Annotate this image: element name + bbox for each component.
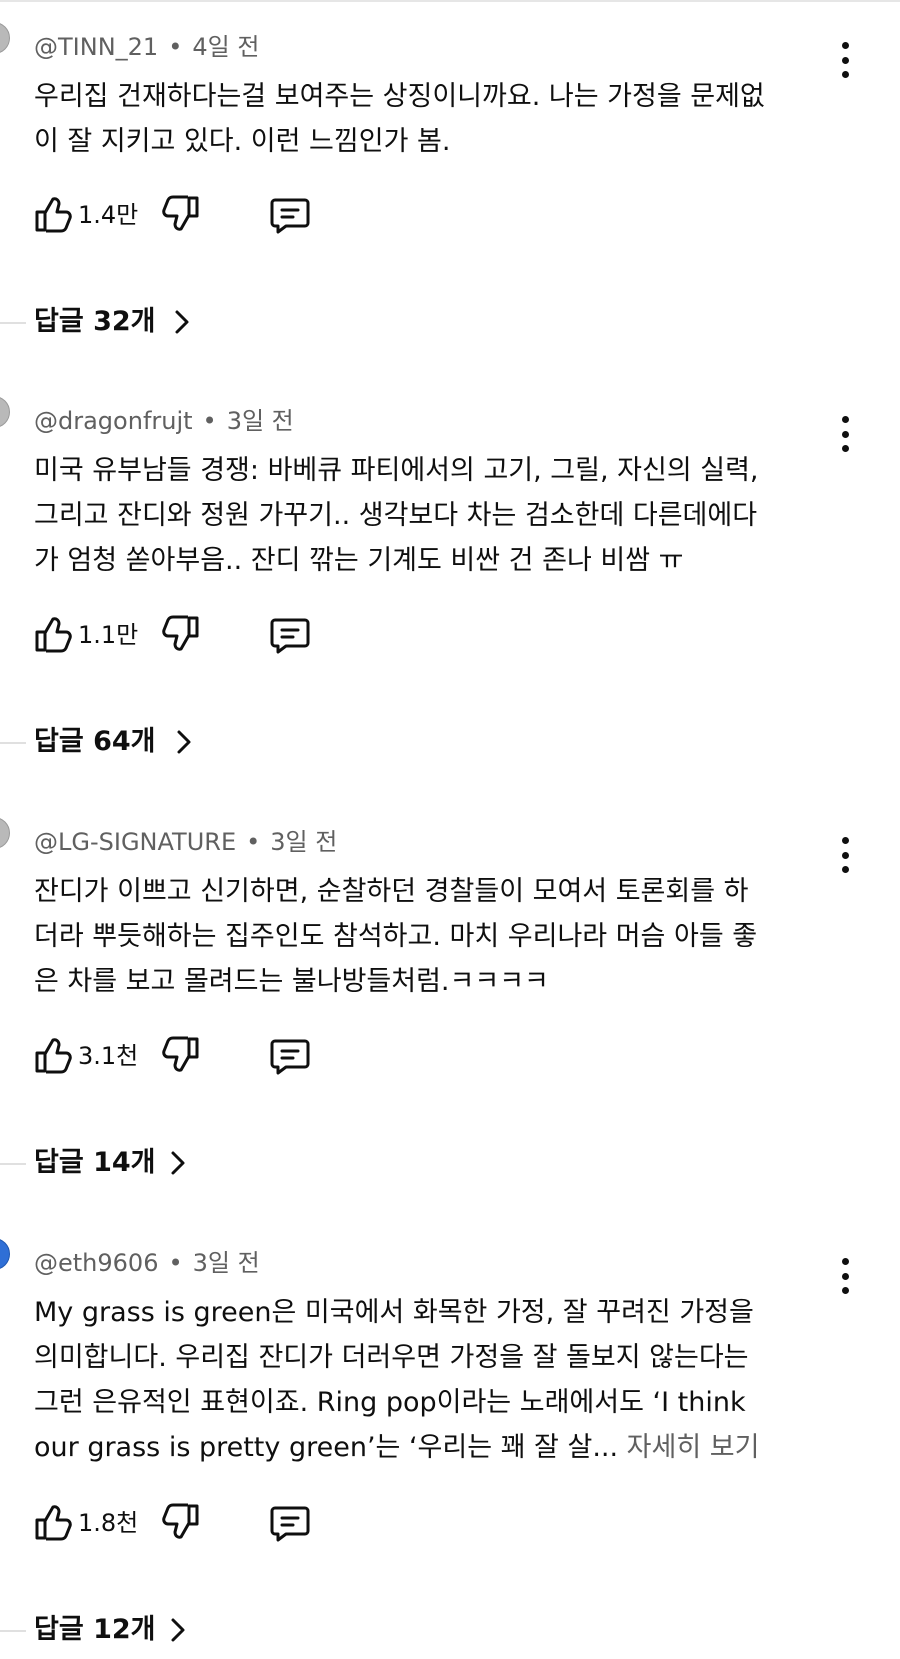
comment-meta: @dragonfrujt • 3일 전 (34, 406, 294, 436)
avatar[interactable] (0, 1238, 10, 1270)
comment-icon[interactable] (270, 194, 310, 234)
more-options-button[interactable] (830, 416, 860, 452)
comment-text-line: our grass is pretty green’는 ‘우리는 꽤 잘 살..… (34, 1425, 854, 1470)
replies-label: 답글 32개 (34, 306, 156, 337)
meta-separator: • (168, 33, 183, 61)
comment-text-line: 잔디가 이쁘고 신기하면, 순찰하던 경찰들이 모여서 토론회를 하 (34, 876, 749, 907)
like-count: 1.4만 (78, 201, 139, 229)
comment-text: 우리집 건재하다는걸 보여주는 상징이니까요. 나는 가정을 문제없 이 잘 지… (34, 74, 854, 164)
replies-label: 답글 12개 (34, 1614, 156, 1645)
more-options-button[interactable] (830, 837, 860, 873)
comment-text-line: My grass is green은 미국에서 화목한 가정, 잘 꾸려진 가정… (34, 1297, 754, 1328)
more-vert-icon (841, 837, 849, 844)
avatar[interactable] (0, 817, 10, 849)
like-count: 1.1만 (78, 621, 139, 649)
comment-meta: @eth9606 • 3일 전 (34, 1248, 260, 1278)
chevron-right-icon (171, 1618, 185, 1642)
avatar[interactable] (0, 22, 10, 54)
chevron-right-icon (171, 1151, 185, 1175)
comment-time: 3일 전 (192, 1249, 260, 1277)
comment-icon[interactable] (270, 1502, 310, 1542)
comment-text: 잔디가 이쁘고 신기하면, 순찰하던 경찰들이 모여서 토론회를 하 더라 뿌듯… (34, 869, 854, 1004)
avatar[interactable] (0, 396, 10, 428)
comment-text-line: 의미합니다. 우리집 잔디가 더러우면 가정을 잘 돌보지 않는다는 (34, 1342, 749, 1373)
view-replies-button[interactable]: 답글 32개 (0, 302, 300, 342)
thumb-up-icon[interactable] (34, 1502, 72, 1542)
comment-text-line: 미국 유부남들 경쟁: 바베큐 파티에서의 고기, 그릴, 자신의 실력, (34, 455, 759, 486)
comment-text-line: 그리고 잔디와 정원 가꾸기.. 생각보다 차는 검소한데 다른데에다 (34, 500, 758, 531)
more-vert-icon (841, 42, 849, 49)
thread-line (0, 1630, 26, 1632)
thumb-down-icon[interactable] (162, 1502, 200, 1542)
comment-time: 3일 전 (270, 828, 338, 856)
comment-text: 미국 유부남들 경쟁: 바베큐 파티에서의 고기, 그릴, 자신의 실력, 그리… (34, 448, 854, 583)
thumb-up-icon[interactable] (34, 614, 72, 654)
thumb-up-icon[interactable] (34, 194, 72, 234)
chevron-right-icon (175, 310, 189, 334)
thread-line (0, 322, 26, 324)
comment-item: @eth9606 • 3일 전 My grass is green은 미국에서 화목… (0, 1216, 900, 1656)
comment-time: 4일 전 (192, 33, 260, 61)
comment-item: @dragonfrujt • 3일 전 미국 유부남들 경쟁: 바베큐 파티에서의 … (0, 374, 900, 757)
comment-text-truncated: our grass is pretty green’는 ‘우리는 꽤 잘 살..… (34, 1432, 619, 1463)
comment-text: My grass is green은 미국에서 화목한 가정, 잘 꾸려진 가정… (34, 1290, 854, 1470)
comment-time: 3일 전 (226, 407, 294, 435)
view-replies-button[interactable]: 답글 12개 (0, 1610, 300, 1650)
thumb-up-icon[interactable] (34, 1035, 72, 1075)
thread-line (0, 742, 26, 744)
view-replies-button[interactable]: 답글 64개 (0, 722, 300, 762)
like-count: 1.8천 (78, 1509, 139, 1537)
more-options-button[interactable] (830, 1258, 860, 1294)
meta-separator: • (246, 828, 261, 856)
read-more-link[interactable]: 자세히 보기 (627, 1432, 760, 1463)
comment-text-line: 이 잘 지키고 있다. 이런 느낌인가 봄. (34, 126, 451, 157)
replies-label: 답글 64개 (34, 726, 156, 757)
comment-author[interactable]: @LG-SIGNATURE (34, 828, 236, 856)
comment-item: @LG-SIGNATURE • 3일 전 잔디가 이쁘고 신기하면, 순찰하던 경찰… (0, 795, 900, 1178)
comment-author[interactable]: @dragonfrujt (34, 407, 193, 435)
more-vert-icon (841, 1258, 849, 1265)
view-replies-button[interactable]: 답글 14개 (0, 1143, 300, 1183)
comment-text-line: 우리집 건재하다는걸 보여주는 상징이니까요. 나는 가정을 문제없 (34, 81, 765, 112)
comment-text-line: 은 차를 보고 몰려드는 불나방들처럼.ㅋㅋㅋㅋ (34, 966, 549, 997)
comment-author[interactable]: @eth9606 (34, 1249, 158, 1277)
comment-text-line: 가 엄청 쏟아부음.. 잔디 깎는 기계도 비싼 건 존나 비쌈 ㅠ (34, 545, 684, 576)
thumb-down-icon[interactable] (162, 1035, 200, 1075)
comment-meta: @TINN_21 • 4일 전 (34, 32, 259, 62)
comment-meta: @LG-SIGNATURE • 3일 전 (34, 827, 337, 857)
thread-line (0, 1163, 26, 1165)
comment-icon[interactable] (270, 1035, 310, 1075)
chevron-right-icon (177, 730, 191, 754)
more-options-button[interactable] (830, 42, 860, 78)
comment-icon[interactable] (270, 614, 310, 654)
thumb-down-icon[interactable] (162, 194, 200, 234)
comment-author[interactable]: @TINN_21 (34, 33, 158, 61)
like-count: 3.1천 (78, 1042, 139, 1070)
meta-separator: • (168, 1249, 183, 1277)
comment-text-line: 더라 뿌듯해하는 집주인도 참석하고. 마치 우리나라 머슴 아들 좋 (34, 921, 758, 952)
replies-label: 답글 14개 (34, 1147, 156, 1178)
meta-separator: • (202, 407, 217, 435)
comment-text-line: 그런 은유적인 표현이죠. Ring pop이라는 노래에서도 ‘I think (34, 1387, 746, 1418)
comment-item: @TINN_21 • 4일 전 우리집 건재하다는걸 보여주는 상징이니까요. 나는… (0, 0, 900, 337)
more-vert-icon (841, 416, 849, 423)
thumb-down-icon[interactable] (162, 614, 200, 654)
